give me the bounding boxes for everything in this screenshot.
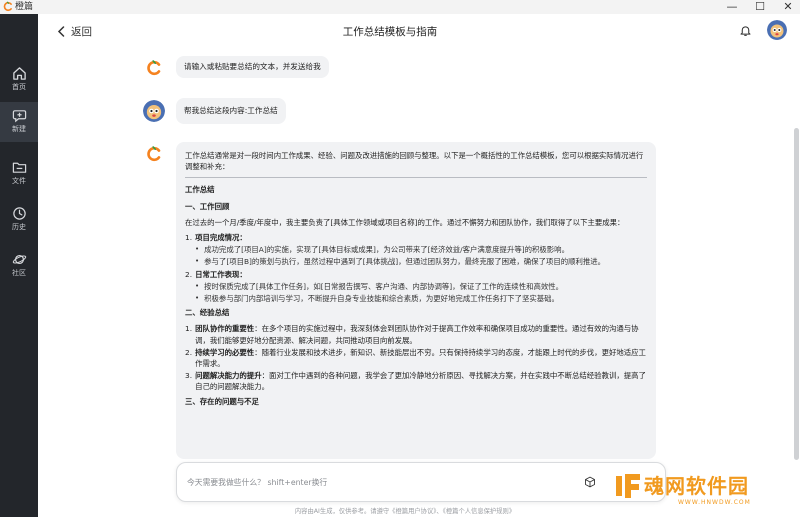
watermark-logo-icon	[616, 474, 640, 498]
list-item-text: ：在多个项目的实施过程中，我深刻体会到团队协作对于提高工作效率和确保项目成功的重…	[195, 324, 639, 345]
sidebar-item-community[interactable]: 社区	[0, 246, 38, 286]
back-button[interactable]: 返回	[57, 22, 92, 40]
list-number: 2.	[185, 269, 193, 279]
list-item: 1. 项目完成情况：	[185, 232, 647, 243]
list-number: 2.	[185, 347, 193, 357]
sidebar-item-files[interactable]: 文件	[0, 154, 38, 194]
cube-icon[interactable]	[584, 476, 596, 488]
planet-icon	[12, 254, 26, 265]
history-icon	[12, 207, 26, 220]
list-item-title: 问题解决能力的提升	[195, 371, 262, 381]
section-heading: 二、经验总结	[185, 308, 230, 318]
divider	[185, 177, 647, 179]
minimize-button[interactable]: —	[720, 0, 744, 14]
sidebar-item-label: 文件	[12, 177, 26, 185]
user-avatar-icon	[143, 100, 165, 122]
list-item: 1. 团队协作的重要性：在多个项目的实施过程中，我深刻体会到团队协作对于提高工作…	[185, 323, 647, 345]
app-logo-icon	[3, 1, 12, 12]
maximize-button[interactable]: ☐	[748, 0, 772, 14]
scrollbar[interactable]	[794, 128, 799, 460]
chat-input-box	[176, 462, 666, 502]
list-number: 1.	[185, 233, 193, 243]
list-item-text: ：面对工作中遇到的各种问题，我学会了更加冷静地分析原因、寻找解决方案，并在实践中…	[195, 371, 646, 392]
title-bar: 橙篇 — ☐ ✕	[0, 0, 800, 14]
sidebar-item-history[interactable]: 历史	[0, 200, 38, 240]
disclaimer-text: 内容由AI生成，仅供参考。请遵守《橙篇用户协议》、《橙篇个人信息保护规则》	[294, 508, 516, 515]
list-number: 3.	[185, 371, 193, 381]
list-item-title: 持续学习的必要性	[195, 347, 255, 357]
sidebar-item-label: 新建	[12, 125, 26, 133]
bullet-text: 成功完成了[项目A]的实施，实现了[具体目标或成果]，为公司带来了[经济效益/客…	[204, 245, 569, 255]
watermark: 魂网软件园 WWW.HNWDW.COM	[606, 468, 800, 516]
list-item-text: ：随着行业发展和技术进步，新知识、新技能层出不穷。只有保持持续学习的态度，才能跟…	[195, 347, 646, 369]
bot-answer-bubble: 工作总结通常是对一段时间内工作成果、经验、问题及改进措施的回顾与整理。以下是一个…	[176, 142, 656, 459]
section-heading-cut-off: 三、存在的问题与不足	[185, 396, 259, 406]
bot-logo-icon	[147, 60, 161, 76]
section-heading: 一、工作回顾	[185, 201, 230, 211]
bullet-text: 积极参与部门内部培训与学习，不断提升自身专业技能和综合素质，为更好地完成工作任务…	[204, 294, 559, 304]
watermark-url: WWW.HNWDW.COM	[678, 499, 751, 506]
bullet-item: • 参与了[项目B]的策划与执行，虽然过程中遇到了[具体挑战]，但通过团队努力，最…	[195, 257, 606, 267]
sidebar-item-home[interactable]: 首页	[0, 60, 38, 100]
home-icon	[12, 67, 26, 80]
bullet-item: • 成功完成了[项目A]的实施，实现了[具体目标或成果]，为公司带来了[经济效益/…	[195, 245, 569, 255]
app-title: 橙篇	[15, 2, 34, 12]
list-item: 2. 持续学习的必要性：随着行业发展和技术进步，新知识、新技能层出不穷。只有保持…	[185, 347, 647, 369]
bullet-text: 参与了[项目B]的策划与执行，虽然过程中遇到了[具体挑战]，但通过团队努力，最终…	[204, 257, 606, 267]
answer-doc-title: 工作总结	[185, 185, 215, 195]
sidebar-item-new[interactable]: 新建	[0, 102, 38, 142]
bullet-text: 按时保质完成了[具体工作任务]，如[日常报告撰写、客户沟通、内部协调等]，保证了…	[204, 281, 564, 291]
user-message-bubble: 帮我总结这段内容:工作总结	[176, 98, 286, 124]
close-window-button[interactable]: ✕	[776, 0, 800, 14]
bot-logo-icon	[147, 146, 161, 162]
chevron-left-icon	[57, 25, 65, 37]
answer-intro: 工作总结通常是对一段时间内工作成果、经验、问题及改进措施的回顾与整理。以下是一个…	[185, 151, 644, 172]
sidebar-item-label: 首页	[12, 83, 26, 91]
new-chat-icon	[12, 110, 26, 123]
bell-icon[interactable]	[739, 24, 752, 37]
page-title: 工作总结模板与指南	[342, 26, 438, 38]
bullet-item: • 积极参与部门内部培训与学习，不断提升自身专业技能和综合素质，为更好地完成工作任…	[195, 294, 559, 304]
user-avatar-icon[interactable]	[767, 20, 787, 40]
sidebar-item-label: 社区	[12, 269, 26, 277]
sidebar: 首页 新建 文件 历史 社区	[0, 14, 38, 517]
back-label: 返回	[71, 25, 92, 38]
chat-input[interactable]	[187, 473, 567, 491]
list-item-title: 项目完成情况：	[195, 233, 247, 243]
sidebar-item-label: 历史	[12, 223, 26, 231]
section-paragraph: 在过去的一个月/季度/年度中，我主要负责了[具体工作领域或项目名称]的工作。通过…	[185, 217, 625, 227]
bullet-item: • 按时保质完成了[具体工作任务]，如[日常报告撰写、客户沟通、内部协调等]，保证…	[195, 281, 564, 291]
list-number: 1.	[185, 324, 193, 334]
list-item: 2. 日常工作表现：	[185, 269, 647, 280]
list-item-title: 团队协作的重要性	[195, 324, 255, 334]
folder-icon	[12, 162, 26, 173]
watermark-brand: 魂网软件园	[644, 474, 749, 498]
bot-message-bubble: 请输入或粘贴要总结的文本，并发送给我	[176, 56, 329, 78]
list-item: 3. 问题解决能力的提升：面对工作中遇到的各种问题，我学会了更加冷静地分析原因、…	[185, 370, 647, 392]
list-item-title: 日常工作表现：	[195, 269, 247, 279]
